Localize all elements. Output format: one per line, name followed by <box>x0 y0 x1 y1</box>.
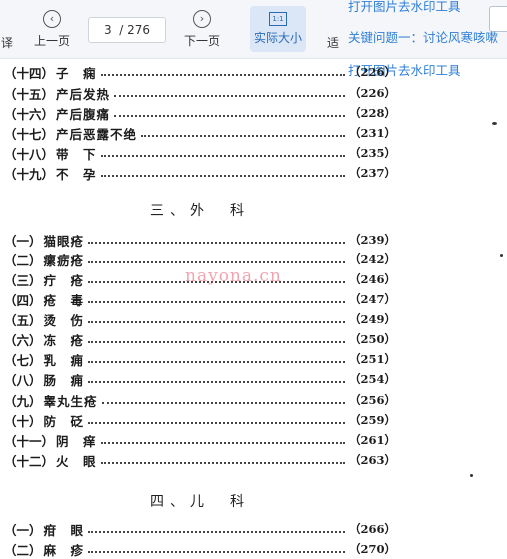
leader-dots <box>88 261 345 263</box>
translate-label: 译 <box>0 36 13 50</box>
fit-label: 适 <box>326 36 339 50</box>
toc-entry: （十九） 不 孕 （237） <box>4 166 396 182</box>
leader-dots <box>100 155 345 157</box>
translate-button-partial[interactable]: 译 <box>0 0 14 58</box>
fit-button-partial[interactable]: 适 <box>326 0 340 58</box>
document-page: （十四） 子 痫 （226） （十五） 产后发热 （226） （十六） 产后腹痛… <box>0 58 507 558</box>
page-indicator[interactable]: 3 / 276 <box>88 17 166 43</box>
toc-entry: （五） 烫 伤 （249） <box>4 312 396 328</box>
leader-dots <box>88 242 345 244</box>
toc-entry: （一） 猫眼疮 （239） <box>4 233 396 249</box>
toc-entry: （十一） 阴 痒 （261） <box>4 433 396 449</box>
toc-entry: （十六） 产后腹痛 （228） <box>4 106 396 122</box>
toc-entry: （九） 睾丸生疮 （256） <box>4 393 396 409</box>
prev-page-button[interactable]: ‹ 上一页 <box>30 0 74 58</box>
leader-dots <box>88 381 345 383</box>
toc-entry: （一） 疳 眼 （266） <box>4 522 396 538</box>
leader-dots <box>100 442 345 444</box>
section-heading-pediatrics: 四、儿 科 <box>150 494 250 510</box>
leader-dots <box>100 74 345 76</box>
leader-dots <box>88 361 345 363</box>
actual-size-icon: 1:1 <box>269 12 287 26</box>
toc-entry: （十四） 子 痫 （226） <box>4 65 396 81</box>
leader-dots <box>114 115 345 117</box>
current-page-input[interactable]: 3 <box>104 23 112 37</box>
scan-speck <box>492 122 497 125</box>
toc-entry: （六） 冻 疮 （250） <box>4 332 396 348</box>
toc-entry: （十二） 火 眼 （263） <box>4 453 396 469</box>
toc-entry: （七） 乳 痈 （251） <box>4 352 396 368</box>
watermark-text: nayona.cn <box>185 266 282 286</box>
chevron-right-icon: › <box>193 10 211 28</box>
section-heading-surgery: 三、外 科 <box>150 203 250 219</box>
leader-dots <box>100 462 345 464</box>
leader-dots <box>88 531 345 533</box>
leader-dots <box>100 175 345 177</box>
leader-dots <box>141 135 345 137</box>
total-pages: / 276 <box>119 23 151 37</box>
toc-entry: （十五） 产后发热 （226） <box>4 86 396 102</box>
leader-dots <box>114 95 345 97</box>
toc-entry: （十八） 带 下 （235） <box>4 146 396 162</box>
toc-entry: （八） 肠 痈 （254） <box>4 372 396 388</box>
prev-page-label: 上一页 <box>33 34 70 48</box>
watermark-tool-link-1[interactable]: 打开图片去水印工具 <box>348 0 461 15</box>
leader-dots <box>101 402 345 404</box>
next-page-button[interactable]: › 下一页 <box>180 0 224 58</box>
toc-entry: （十） 防 砭 （259） <box>4 413 396 429</box>
next-page-label: 下一页 <box>183 34 220 48</box>
toc-entry: （二） 麻 疹 （270） <box>4 542 396 558</box>
leader-dots <box>88 341 345 343</box>
leader-dots <box>88 422 345 424</box>
chevron-left-icon: ‹ <box>43 10 61 28</box>
scan-speck <box>470 474 473 477</box>
actual-size-label: 实际大小 <box>253 31 302 45</box>
toc-entry: （四） 疮 毒 （247） <box>4 292 396 308</box>
key-question-link[interactable]: 关键问题一：讨论风寒咳嗽 <box>348 27 498 46</box>
scan-speck <box>500 254 503 257</box>
actual-size-button[interactable]: 1:1 实际大小 <box>250 6 306 52</box>
leader-dots <box>88 301 345 303</box>
leader-dots <box>88 321 345 323</box>
toc-entry: （十七） 产后恶露不绝 （231） <box>4 126 396 142</box>
